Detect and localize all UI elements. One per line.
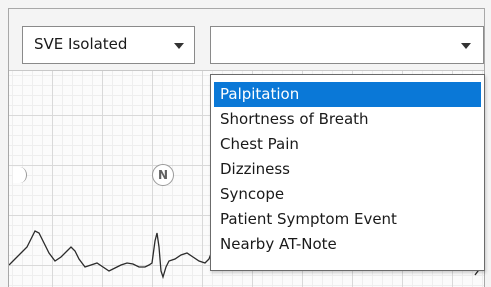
panel-border-top [8, 8, 485, 9]
dropdown-option-palpitation[interactable]: Palpitation [214, 82, 481, 107]
beat-type-select[interactable]: SVE Isolated [22, 26, 195, 64]
dropdown-option-dizziness[interactable]: Dizziness [214, 157, 481, 182]
beat-marker-partial [13, 167, 27, 183]
dropdown-option-chest-pain[interactable]: Chest Pain [214, 132, 481, 157]
dropdown-option-syncope[interactable]: Syncope [214, 182, 481, 207]
symptom-dropdown-list: Palpitation Shortness of Breath Chest Pa… [210, 74, 485, 271]
chevron-down-icon [461, 43, 471, 49]
symptom-select[interactable] [210, 26, 484, 64]
beat-type-value: SVE Isolated [34, 35, 128, 53]
dropdown-option-nearby-at-note[interactable]: Nearby AT-Note [214, 232, 481, 257]
beat-annotation-marker[interactable]: N [152, 164, 174, 186]
beat-marker-label: N [157, 168, 169, 182]
dropdown-option-patient-symptom-event[interactable]: Patient Symptom Event [214, 207, 481, 232]
chevron-down-icon [174, 43, 184, 49]
dropdown-option-shortness-of-breath[interactable]: Shortness of Breath [214, 107, 481, 132]
